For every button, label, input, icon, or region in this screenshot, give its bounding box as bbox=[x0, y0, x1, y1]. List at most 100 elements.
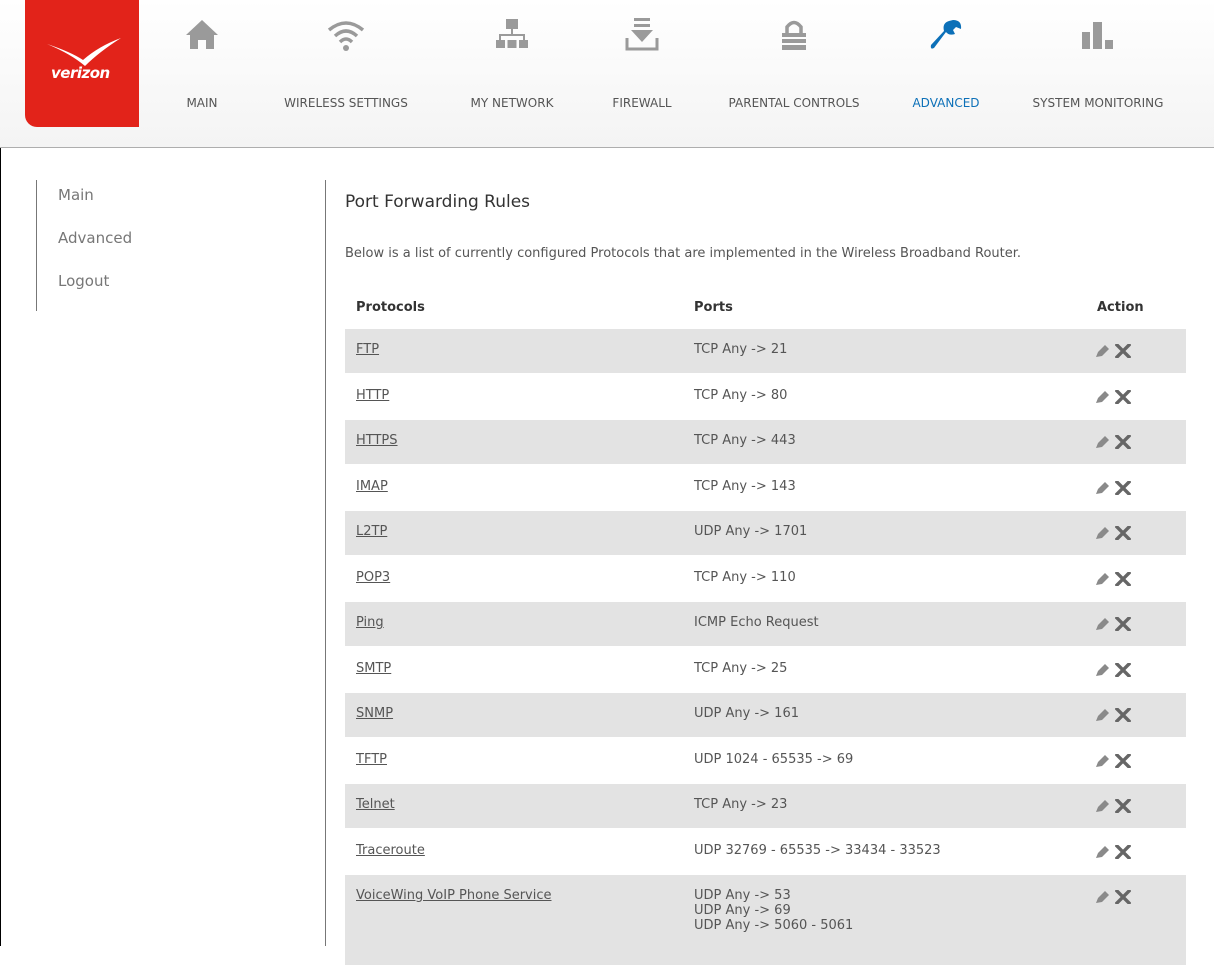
protocol-link[interactable]: Telnet bbox=[356, 797, 395, 812]
home-icon bbox=[186, 20, 218, 49]
sidebar-item-advanced[interactable]: Advanced bbox=[58, 229, 132, 247]
edit-icon[interactable] bbox=[1094, 798, 1110, 817]
protocol-link[interactable]: FTP bbox=[356, 342, 379, 357]
ports-cell: TCP Any -> 143 bbox=[694, 479, 796, 494]
sidebar-item-main[interactable]: Main bbox=[58, 186, 94, 204]
nav-parental-controls[interactable]: PARENTAL CONTROLS bbox=[708, 0, 880, 127]
bar-chart-icon bbox=[1082, 22, 1113, 49]
action-cell bbox=[1094, 524, 1132, 544]
table-row: HTTPS TCP Any -> 443 bbox=[345, 420, 1186, 464]
nav-label: ADVANCED bbox=[912, 96, 980, 110]
table-row: TFTP UDP 1024 - 65535 -> 69 bbox=[345, 739, 1186, 783]
protocol-link[interactable]: L2TP bbox=[356, 524, 387, 539]
nav-label: WIRELESS SETTINGS bbox=[284, 96, 408, 110]
protocol-link[interactable]: VoiceWing VoIP Phone Service bbox=[356, 888, 552, 903]
delete-icon[interactable] bbox=[1114, 797, 1132, 817]
edit-icon[interactable] bbox=[1094, 844, 1110, 863]
protocol-link[interactable]: IMAP bbox=[356, 479, 388, 494]
edit-icon[interactable] bbox=[1094, 707, 1110, 726]
protocol-link[interactable]: SMTP bbox=[356, 661, 391, 676]
column-header-ports: Ports bbox=[694, 300, 733, 315]
table-row: Telnet TCP Any -> 23 bbox=[345, 784, 1186, 828]
port-rule: TCP Any -> 110 bbox=[694, 569, 796, 585]
ports-cell: UDP 32769 - 65535 -> 33434 - 33523 bbox=[694, 843, 941, 858]
page-title: Port Forwarding Rules bbox=[345, 192, 531, 212]
edit-icon[interactable] bbox=[1094, 525, 1110, 544]
delete-icon[interactable] bbox=[1114, 570, 1132, 590]
action-cell bbox=[1094, 433, 1132, 453]
protocol-link[interactable]: Ping bbox=[356, 615, 384, 630]
delete-icon[interactable] bbox=[1114, 661, 1132, 681]
nav-system-monitoring[interactable]: SYSTEM MONITORING bbox=[1016, 0, 1180, 127]
table-row: Ping ICMP Echo Request bbox=[345, 602, 1186, 646]
action-cell bbox=[1094, 888, 1132, 908]
edit-icon[interactable] bbox=[1094, 889, 1110, 908]
delete-icon[interactable] bbox=[1114, 706, 1132, 726]
delete-icon[interactable] bbox=[1114, 479, 1132, 499]
ports-cell: UDP Any -> 1701 bbox=[694, 524, 807, 539]
sidebar-item-logout[interactable]: Logout bbox=[58, 272, 109, 290]
delete-icon[interactable] bbox=[1114, 752, 1132, 772]
action-cell bbox=[1094, 388, 1132, 408]
ports-cell: ICMP Echo Request bbox=[694, 615, 819, 630]
column-header-action: Action bbox=[1097, 300, 1144, 315]
edit-icon[interactable] bbox=[1094, 662, 1110, 681]
port-rule: TCP Any -> 25 bbox=[694, 660, 788, 676]
table-row: Traceroute UDP 32769 - 65535 -> 33434 - 3… bbox=[345, 830, 1186, 874]
nav-label: MAIN bbox=[186, 96, 218, 110]
delete-icon[interactable] bbox=[1114, 524, 1132, 544]
port-rule: TCP Any -> 143 bbox=[694, 478, 796, 494]
action-cell bbox=[1094, 843, 1132, 863]
ports-cell: TCP Any -> 25 bbox=[694, 661, 787, 676]
ports-cell: TCP Any -> 23 bbox=[694, 797, 787, 812]
delete-icon[interactable] bbox=[1114, 388, 1132, 408]
edit-icon[interactable] bbox=[1094, 434, 1110, 453]
protocol-link[interactable]: Traceroute bbox=[356, 843, 425, 858]
verizon-logo[interactable]: verizon bbox=[25, 0, 139, 127]
nav-label: SYSTEM MONITORING bbox=[1032, 96, 1164, 110]
nav-my-network[interactable]: MY NETWORK bbox=[457, 0, 567, 127]
table-row: IMAP TCP Any -> 143 bbox=[345, 466, 1186, 510]
nav-advanced[interactable]: ADVANCED bbox=[902, 0, 990, 127]
edit-icon[interactable] bbox=[1094, 343, 1110, 362]
lock-icon bbox=[782, 20, 806, 50]
delete-icon[interactable] bbox=[1114, 888, 1132, 908]
edit-icon[interactable] bbox=[1094, 571, 1110, 590]
delete-icon[interactable] bbox=[1114, 615, 1132, 635]
logo-text: verizon bbox=[51, 64, 110, 82]
port-rule: TCP Any -> 80 bbox=[694, 387, 788, 403]
edit-icon[interactable] bbox=[1094, 753, 1110, 772]
ports-cell: TCP Any -> 21 bbox=[694, 342, 787, 357]
port-rule: TCP Any -> 443 bbox=[694, 433, 796, 448]
nav-firewall[interactable]: FIREWALL bbox=[598, 0, 686, 127]
action-cell bbox=[1094, 479, 1132, 499]
nav-label: MY NETWORK bbox=[470, 96, 554, 110]
nav-main[interactable]: MAIN bbox=[166, 0, 238, 127]
ports-cell: TCP Any -> 110 bbox=[694, 570, 796, 585]
protocol-link[interactable]: HTTPS bbox=[356, 433, 398, 448]
ports-cell: UDP Any -> 53 UDP Any -> 69 UDP Any -> 506… bbox=[694, 888, 853, 933]
wrench-icon bbox=[930, 20, 962, 49]
ports-cell: TCP Any -> 80 bbox=[694, 388, 787, 403]
edit-icon[interactable] bbox=[1094, 616, 1110, 635]
delete-icon[interactable] bbox=[1114, 342, 1132, 362]
nav-label: FIREWALL bbox=[612, 96, 672, 110]
protocol-link[interactable]: HTTP bbox=[356, 388, 389, 403]
edit-icon[interactable] bbox=[1094, 389, 1110, 408]
delete-icon[interactable] bbox=[1114, 433, 1132, 453]
nav-wireless-settings[interactable]: WIRELESS SETTINGS bbox=[264, 0, 428, 127]
port-rule: UDP Any -> 69 bbox=[694, 903, 791, 918]
action-cell bbox=[1094, 706, 1132, 726]
edit-icon[interactable] bbox=[1094, 480, 1110, 499]
protocol-link[interactable]: SNMP bbox=[356, 706, 393, 721]
delete-icon[interactable] bbox=[1114, 843, 1132, 863]
action-cell bbox=[1094, 797, 1132, 817]
protocol-link[interactable]: TFTP bbox=[356, 752, 387, 767]
action-cell bbox=[1094, 661, 1132, 681]
table-row: SNMP UDP Any -> 161 bbox=[345, 693, 1186, 737]
port-rule: UDP Any -> 1701 bbox=[694, 524, 808, 539]
action-cell bbox=[1094, 570, 1132, 590]
protocol-link[interactable]: POP3 bbox=[356, 570, 390, 585]
action-cell bbox=[1094, 342, 1132, 362]
ports-cell: TCP Any -> 443 bbox=[694, 433, 796, 448]
